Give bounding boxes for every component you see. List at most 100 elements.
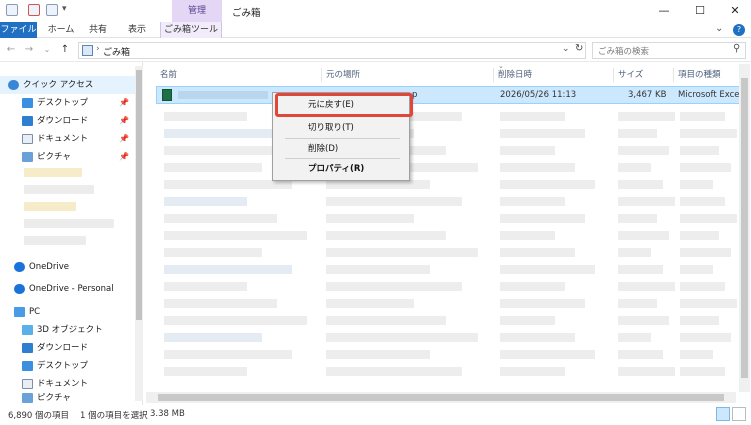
large-icons-view-button[interactable] (732, 407, 746, 421)
sidebar-item-quick-access[interactable]: クイック アクセス (0, 76, 135, 94)
table-row[interactable] (160, 146, 740, 156)
tab-home[interactable]: ホーム (44, 22, 78, 38)
menu-item-cut[interactable]: 切り取り(T) (282, 120, 402, 136)
search-icon[interactable]: ⚲ (733, 43, 740, 54)
column-header-date-deleted[interactable]: 削除日時 (494, 68, 614, 82)
table-row[interactable] (160, 231, 740, 241)
redacted-cell (500, 282, 565, 291)
redacted-cell (500, 214, 585, 223)
computer-icon (14, 306, 25, 317)
breadcrumb-separator[interactable]: › (96, 44, 100, 54)
back-button[interactable]: ← (4, 42, 18, 58)
properties-quick-icon[interactable] (28, 4, 40, 16)
table-row[interactable] (160, 248, 740, 258)
recent-locations-button[interactable]: ⌄ (40, 42, 54, 58)
close-button[interactable]: ✕ (720, 2, 750, 20)
redacted-cell (680, 350, 713, 359)
status-selection-size: 3.38 MB (150, 409, 185, 419)
redacted-cell (680, 248, 731, 257)
column-header-item-type[interactable]: 項目の種類 (674, 68, 738, 82)
redacted-cell (326, 265, 430, 274)
redacted-cell (680, 129, 737, 138)
redacted-cell (326, 197, 462, 206)
breadcrumb-recycle-bin[interactable]: ごみ箱 (103, 45, 130, 58)
table-row[interactable] (160, 180, 740, 190)
sidebar-item-downloads[interactable]: ダウンロード 📌 (0, 112, 135, 130)
manage-context-tab[interactable]: 管理 (172, 0, 222, 22)
pin-icon: 📌 (119, 152, 129, 161)
tab-share[interactable]: 共有 (84, 22, 112, 38)
sidebar-item-label: ダウンロード (37, 343, 89, 353)
sidebar-item-pc-downloads[interactable]: ダウンロード (0, 339, 135, 357)
redacted-cell (680, 282, 725, 291)
redacted-cell (326, 367, 462, 376)
menu-item-properties[interactable]: プロパティ(R) (282, 161, 402, 177)
table-row[interactable] (160, 214, 740, 224)
table-row[interactable] (160, 299, 740, 309)
refresh-icon[interactable]: ↻ (575, 43, 583, 54)
maximize-button[interactable]: ☐ (685, 2, 715, 20)
horizontal-scrollbar-thumb[interactable] (158, 394, 724, 401)
sidebar-item-label: OneDrive (29, 262, 69, 272)
redacted-cell (618, 214, 657, 223)
redacted-cell (618, 180, 663, 189)
sidebar-scrollbar-thumb[interactable] (136, 70, 142, 320)
redacted-cell (618, 112, 675, 121)
details-view-button[interactable] (716, 407, 730, 421)
redacted-cell (618, 333, 651, 342)
vertical-scrollbar-thumb[interactable] (741, 78, 748, 378)
title-bar (0, 0, 751, 22)
forward-button[interactable]: → (22, 42, 36, 58)
table-row[interactable] (160, 265, 740, 275)
column-header-original-location[interactable]: 元の場所 (322, 68, 494, 82)
ribbon-expand-icon[interactable]: ⌄ (715, 23, 723, 34)
tab-view[interactable]: 表示 (120, 22, 154, 38)
pin-icon: 📌 (119, 116, 129, 125)
redacted-cell (164, 197, 247, 206)
recycle-bin-icon (82, 45, 93, 56)
table-row[interactable] (160, 112, 740, 122)
redacted-cell (680, 112, 725, 121)
download-icon (22, 115, 33, 126)
table-row[interactable] (160, 316, 740, 326)
redacted-cell (164, 367, 247, 376)
minimize-button[interactable]: — (649, 2, 679, 20)
sidebar-item-label: ピクチャ (37, 393, 71, 403)
help-icon[interactable]: ? (733, 24, 745, 36)
sidebar-item-pc[interactable]: PC (0, 303, 135, 321)
sidebar-item-documents[interactable]: ドキュメント 📌 (0, 130, 135, 148)
picture-icon (22, 151, 33, 162)
table-row[interactable] (160, 129, 740, 139)
table-row[interactable] (160, 197, 740, 207)
sidebar-item-pictures[interactable]: ピクチャ 📌 (0, 148, 135, 166)
redacted-cell (164, 299, 277, 308)
table-row[interactable] (160, 350, 740, 360)
sidebar-item-onedrive[interactable]: OneDrive (0, 258, 135, 276)
sidebar-item-label: ピクチャ (37, 152, 71, 162)
tab-file[interactable]: ファイル (0, 22, 37, 38)
download-icon (22, 342, 33, 353)
up-button[interactable]: ↑ (58, 42, 72, 58)
redacted-cell (618, 129, 657, 138)
redacted-cell (680, 180, 713, 189)
table-row[interactable] (160, 282, 740, 292)
table-row[interactable] (160, 367, 740, 377)
sidebar-item-pc-desktop[interactable]: デスクトップ (0, 357, 135, 375)
column-header-name[interactable]: 名前 (156, 68, 322, 82)
sidebar-item-pc-pictures[interactable]: ピクチャ (0, 391, 135, 405)
tab-recycle-bin-tools[interactable]: ごみ箱ツール (160, 22, 222, 38)
quick-access-toolbar-dropdown-icon[interactable]: ▾ (62, 4, 67, 14)
table-row[interactable] (160, 333, 740, 343)
column-header-size[interactable]: サイズ (614, 68, 674, 82)
address-bar[interactable] (78, 42, 586, 59)
address-dropdown-icon[interactable]: ⌄ (562, 44, 570, 54)
menu-item-delete[interactable]: 削除(D) (282, 141, 402, 157)
sidebar-item-3d-objects[interactable]: 3D オブジェクト (0, 321, 135, 339)
redacted-cell (680, 163, 731, 172)
sidebar-item-onedrive-personal[interactable]: OneDrive - Personal (0, 280, 135, 298)
new-folder-quick-icon[interactable] (46, 4, 58, 16)
redacted-cell (500, 265, 595, 274)
table-row[interactable] (160, 163, 740, 173)
redacted-cell (326, 299, 414, 308)
sidebar-item-desktop[interactable]: デスクトップ 📌 (0, 94, 135, 112)
